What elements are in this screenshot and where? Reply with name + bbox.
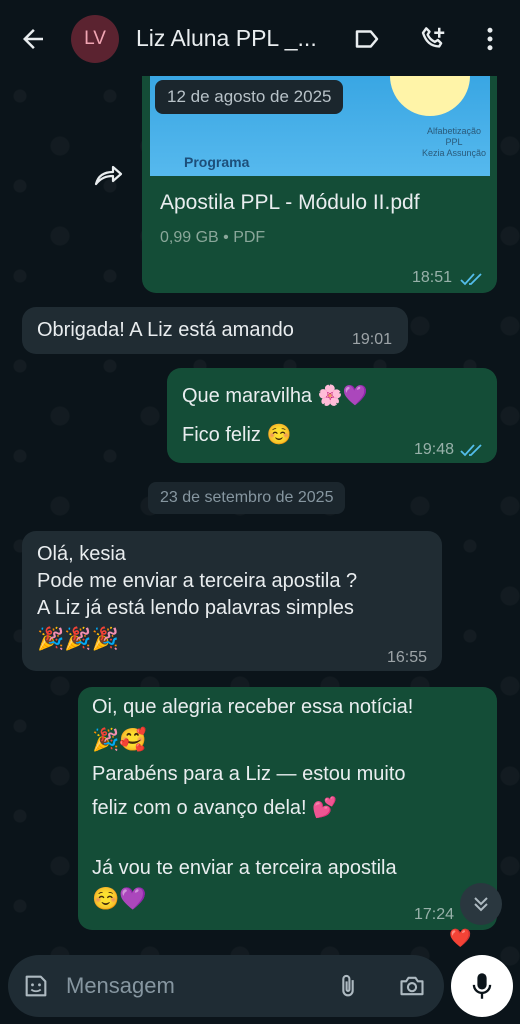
arrow-left-icon[interactable] <box>18 24 48 54</box>
message-text-line: A Liz já está lendo palavras simples <box>37 597 354 619</box>
label-icon[interactable] <box>352 24 382 54</box>
message-text-line: Já vou te enviar a terceira apostila <box>92 857 397 879</box>
message-time: 19:48 <box>414 441 455 458</box>
message-text-line: Olá, kesia <box>37 543 126 565</box>
chat-header: LV Liz Aluna PPL _... <box>0 0 520 76</box>
sun-graphic <box>390 76 470 116</box>
message-text-line: Que maravilha 🌸💜 <box>182 383 368 407</box>
reaction-badge[interactable]: ❤️ <box>449 928 471 949</box>
message-text-line: Pode me enviar a terceira apostila ? <box>37 570 358 592</box>
message-text-line: Fico feliz ☺️ <box>182 422 292 446</box>
avatar-initials: LV <box>84 28 106 49</box>
message-input[interactable]: Mensagem <box>66 973 175 999</box>
mic-icon <box>472 973 492 999</box>
add-call-icon[interactable] <box>418 24 448 54</box>
message-emojis: ☺️💜 <box>92 887 147 912</box>
date-chip: 12 de agosto de 2025 <box>155 80 344 114</box>
chat-title[interactable]: Liz Aluna PPL _... <box>136 25 317 52</box>
more-vert-icon[interactable] <box>475 24 505 54</box>
message-input-bar[interactable]: Mensagem <box>8 955 444 1017</box>
date-chip: 23 de setembro de 2025 <box>148 482 346 514</box>
message-text-line: feliz com o avanço dela! 💕 <box>92 795 338 819</box>
message-text: Obrigada! A Liz está amando <box>37 319 294 341</box>
preview-title: Programa <box>184 154 250 170</box>
message-text-line: Oi, que alegria receber essa notícia! <box>92 696 414 718</box>
message-time: 19:01 <box>352 331 393 348</box>
document-meta: 0,99 GB • PDF <box>160 229 266 246</box>
message-emojis: 🎉🎉🎉 <box>37 627 120 652</box>
chevrons-down-icon <box>474 897 488 912</box>
read-ticks-icon <box>460 273 482 286</box>
camera-icon[interactable] <box>398 972 426 1000</box>
paperclip-icon[interactable] <box>334 972 362 1000</box>
message-text-line: Parabéns para a Liz — estou muito <box>92 763 406 785</box>
read-ticks-icon <box>460 444 482 457</box>
message-emojis: 🎉🥰 <box>92 728 147 753</box>
message-time: 16:55 <box>387 649 428 666</box>
document-filename: Apostila PPL - Módulo II.pdf <box>160 191 420 214</box>
mic-button[interactable] <box>451 955 513 1017</box>
message-time: 18:51 <box>412 269 453 286</box>
message-time: 17:24 <box>414 906 455 923</box>
sticker-icon[interactable] <box>22 972 50 1000</box>
avatar[interactable]: LV <box>71 15 119 63</box>
scroll-down-button[interactable] <box>460 883 502 925</box>
preview-subtitle: Alfabetização PPL Kezia Assunção <box>421 126 487 158</box>
forward-icon[interactable] <box>92 160 124 188</box>
